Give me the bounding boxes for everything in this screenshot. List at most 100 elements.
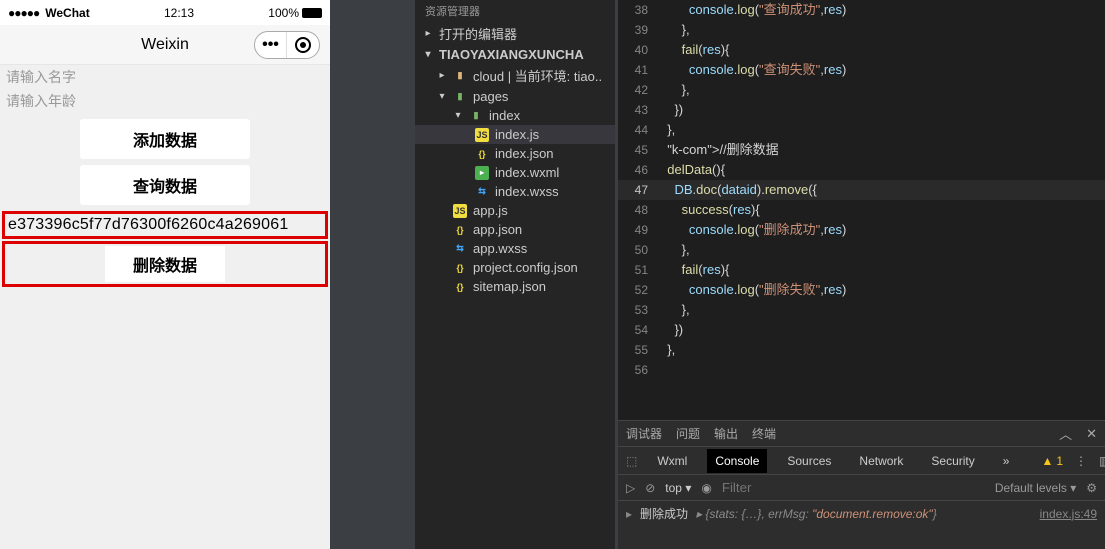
line-number: 44: [618, 120, 660, 140]
subtab-security[interactable]: Security: [923, 449, 982, 473]
folder-pages-label: pages: [473, 89, 508, 104]
code-line[interactable]: 44 },: [618, 120, 1105, 140]
folder-pages[interactable]: ▮ pages: [415, 87, 615, 106]
levels-select[interactable]: Default levels ▾: [995, 481, 1076, 495]
capsule-close-button[interactable]: [287, 32, 319, 58]
js-file-icon: JS: [453, 204, 467, 218]
line-number: 40: [618, 40, 660, 60]
line-number: 49: [618, 220, 660, 240]
carrier-label: WeChat: [45, 6, 89, 20]
delete-data-button[interactable]: 删除数据: [105, 246, 225, 282]
devtools-sub-tabs: ⬚ Wxml Console Sources Network Security …: [618, 447, 1105, 475]
code-line[interactable]: 54 }): [618, 320, 1105, 340]
warnings-badge[interactable]: ▲ 1: [1041, 454, 1063, 468]
tab-output[interactable]: 输出: [714, 425, 738, 442]
file-index-json[interactable]: {} index.json: [415, 144, 615, 163]
file-label: index.wxml: [495, 165, 559, 180]
age-input[interactable]: 请输入年龄: [0, 89, 330, 113]
subtab-console[interactable]: Console: [707, 449, 767, 473]
file-sitemap[interactable]: {} sitemap.json: [415, 277, 615, 296]
tab-debugger[interactable]: 调试器: [626, 425, 662, 442]
code-line[interactable]: 38 console.log("查询成功",res): [618, 0, 1105, 20]
line-number: 56: [618, 360, 660, 380]
code-text: console.log("删除成功",res): [660, 220, 1105, 240]
inspect-icon[interactable]: ⬚: [626, 454, 637, 468]
folder-cloud-label: cloud | 当前环境: tiao..: [473, 66, 602, 85]
log-object[interactable]: ▸ {stats: {…}, errMsg: "document.remove:…: [696, 507, 937, 521]
query-data-button[interactable]: 查询数据: [80, 165, 250, 205]
code-text: },: [660, 120, 1105, 140]
code-line[interactable]: 47 DB.doc(dataid).remove({: [618, 180, 1105, 200]
subtab-network[interactable]: Network: [851, 449, 911, 473]
sim-nav-bar: Weixin •••: [0, 25, 330, 65]
code-line[interactable]: 50 },: [618, 240, 1105, 260]
devtools-panel: 调试器 问题 输出 终端 ︿ ✕ ⬚ Wxml Console Sources …: [618, 420, 1105, 549]
code-editor[interactable]: 38 console.log("查询成功",res)39 },40 fail(r…: [618, 0, 1105, 420]
folder-cloud[interactable]: ▮ cloud | 当前环境: tiao..: [415, 64, 615, 87]
code-text: fail(res){: [660, 260, 1105, 280]
code-line[interactable]: 43 }): [618, 100, 1105, 120]
code-line[interactable]: 40 fail(res){: [618, 40, 1105, 60]
code-text: fail(res){: [660, 40, 1105, 60]
expand-arrow-icon[interactable]: ▸: [626, 507, 632, 521]
warn-count: 1: [1056, 454, 1063, 468]
code-line[interactable]: 46 delData(){: [618, 160, 1105, 180]
name-input[interactable]: 请输入名字: [0, 65, 330, 89]
code-line[interactable]: 49 console.log("删除成功",res): [618, 220, 1105, 240]
gear-icon[interactable]: ⚙: [1086, 481, 1097, 495]
code-line[interactable]: 48 success(res){: [618, 200, 1105, 220]
code-line[interactable]: 56: [618, 360, 1105, 380]
file-app-json[interactable]: {} app.json: [415, 220, 615, 239]
file-app-wxss[interactable]: ⇆ app.wxss: [415, 239, 615, 258]
play-icon[interactable]: ▷: [626, 481, 635, 495]
log-source-link[interactable]: index.js:49: [1040, 507, 1097, 521]
tab-terminal[interactable]: 终端: [752, 425, 776, 442]
file-explorer: 资源管理器 打开的编辑器 TIAOYAXIANGXUNCHA ▮ cloud |…: [415, 0, 615, 549]
context-select[interactable]: top ▾: [665, 481, 691, 495]
file-index-wxml[interactable]: ▸ index.wxml: [415, 163, 615, 182]
status-bar: ●●●●● WeChat 12:13 100%: [0, 0, 330, 25]
subtab-sources[interactable]: Sources: [779, 449, 839, 473]
capsule-more-button[interactable]: •••: [255, 32, 287, 58]
folder-icon: ▮: [453, 90, 467, 104]
tab-problems[interactable]: 问题: [676, 425, 700, 442]
file-index-js[interactable]: JS index.js: [415, 125, 615, 144]
code-line[interactable]: 55 },: [618, 340, 1105, 360]
close-icon[interactable]: ✕: [1086, 426, 1097, 442]
clear-icon[interactable]: ⊘: [645, 481, 655, 495]
file-app-js[interactable]: JS app.js: [415, 201, 615, 220]
chevron-down-icon: [453, 110, 463, 121]
eye-icon[interactable]: ◉: [701, 481, 711, 495]
explorer-header: 资源管理器: [415, 0, 615, 22]
signal-dots: ●●●●●: [8, 6, 39, 20]
json-file-icon: {}: [453, 280, 467, 294]
code-text: }): [660, 320, 1105, 340]
folder-icon: ▮: [453, 69, 467, 83]
add-data-button[interactable]: 添加数据: [80, 119, 250, 159]
code-line[interactable]: 39 },: [618, 20, 1105, 40]
filter-input[interactable]: [722, 480, 842, 495]
file-index-wxss[interactable]: ⇆ index.wxss: [415, 182, 615, 201]
chevron-up-icon[interactable]: ︿: [1059, 424, 1072, 443]
subtab-wxml[interactable]: Wxml: [649, 449, 695, 473]
project-root[interactable]: TIAOYAXIANGXUNCHA: [415, 45, 615, 64]
chevron-right-icon: [423, 28, 433, 39]
code-line[interactable]: 51 fail(res){: [618, 260, 1105, 280]
folder-index[interactable]: ▮ index: [415, 106, 615, 125]
line-number: 46: [618, 160, 660, 180]
subtab-more[interactable]: »: [995, 449, 1018, 473]
code-line[interactable]: 41 console.log("查询失败",res): [618, 60, 1105, 80]
code-line[interactable]: 42 },: [618, 80, 1105, 100]
code-text: }): [660, 100, 1105, 120]
file-project-config[interactable]: {} project.config.json: [415, 258, 615, 277]
code-line[interactable]: 45 "k-com">//删除数据: [618, 140, 1105, 160]
wxss-file-icon: ⇆: [453, 242, 467, 256]
battery-icon: [302, 8, 322, 18]
open-editors-section[interactable]: 打开的编辑器: [415, 22, 615, 45]
line-number: 47: [618, 180, 660, 200]
code-line[interactable]: 52 console.log("删除失败",res): [618, 280, 1105, 300]
kebab-icon[interactable]: ⋮: [1075, 454, 1087, 468]
json-file-icon: {}: [453, 223, 467, 237]
dock-icon[interactable]: ▥: [1099, 454, 1105, 468]
code-line[interactable]: 53 },: [618, 300, 1105, 320]
